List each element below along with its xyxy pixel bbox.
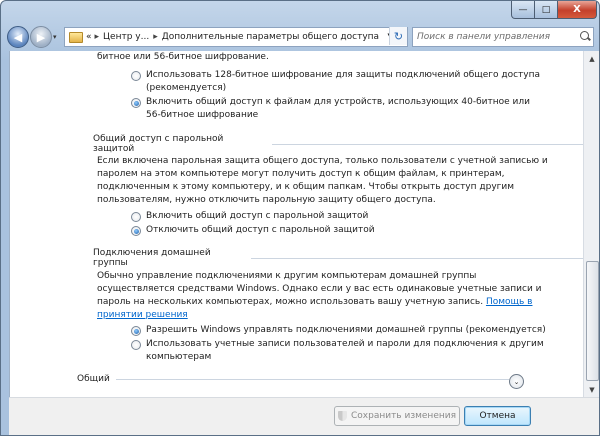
homegroup-description: Обычно управление подключениями к другим… — [97, 270, 542, 322]
save-changes-label: Сохранить изменения — [350, 411, 457, 421]
radio-use-user-accounts[interactable]: Использовать учетные записи пользователе… — [131, 338, 544, 364]
forward-button[interactable]: ▶ — [30, 26, 52, 48]
breadcrumb-advanced-sharing[interactable]: Дополнительные параметры общего доступа — [162, 32, 379, 42]
help-decide-link-continued[interactable]: принятии решения — [97, 310, 188, 320]
breadcrumb-separator-icon[interactable]: ▸ — [95, 32, 100, 42]
option-label: Отключить общий доступ с парольной защит… — [146, 225, 375, 235]
save-changes-button[interactable]: Сохранить изменения — [334, 406, 460, 426]
help-decide-link[interactable]: Помощь в — [486, 297, 533, 307]
option-label-line: компьютерам — [146, 352, 212, 362]
description-line: осуществляется средствами Windows. Однак… — [97, 284, 542, 294]
section-heading-text: Подключения домашней группы — [93, 248, 211, 268]
settings-content: битное или 56-битное шифрование. Использ… — [9, 51, 584, 397]
radio-button-icon[interactable] — [131, 71, 141, 81]
section-heading-text: Общий — [77, 374, 110, 384]
close-button[interactable]: X — [557, 1, 597, 19]
radio-button-selected-icon[interactable] — [131, 326, 141, 336]
section-divider — [271, 143, 584, 145]
search-icon[interactable] — [580, 31, 589, 40]
title-bar: — □ X — [1, 1, 599, 21]
encryption-description-tail: битное или 56-битное шифрование. — [97, 52, 269, 62]
description-line: пользователям, нужно отключить парольную… — [97, 195, 436, 205]
radio-40-56bit-encryption[interactable]: Включить общий доступ к файлам для устро… — [131, 96, 530, 122]
description-line: Если включена парольная защита общего до… — [97, 156, 548, 166]
button-bar: Сохранить изменения Отмена — [9, 397, 599, 435]
section-divider — [115, 378, 509, 380]
section-heading-text: Общий доступ с парольной защитой — [93, 134, 224, 154]
recent-pages-dropdown-icon[interactable]: ▾ — [53, 33, 57, 41]
section-heading-general[interactable]: Общий — [77, 374, 509, 384]
option-label-line: Использовать 128-битное шифрование для з… — [146, 70, 541, 80]
control-panel-folder-icon — [69, 31, 83, 43]
description-line: пароль на нескольких компьютерах, можно … — [97, 297, 484, 307]
radio-button-selected-icon[interactable] — [131, 226, 141, 236]
option-label-line: Использовать учетные записи пользователе… — [146, 339, 544, 349]
radio-windows-manage-homegroup[interactable]: Разрешить Windows управлять подключениям… — [131, 324, 546, 337]
scroll-down-icon[interactable]: ▼ — [585, 382, 599, 397]
search-box[interactable] — [412, 27, 594, 47]
breadcrumb-separator-icon[interactable]: ▸ — [153, 32, 158, 42]
breadcrumb-overflow[interactable]: « — [86, 32, 92, 42]
cancel-button[interactable]: Отмена — [464, 406, 531, 426]
description-line: паролем на этом компьютере могут получит… — [97, 169, 505, 179]
radio-128bit-encryption[interactable]: Использовать 128-битное шифрование для з… — [131, 69, 540, 95]
description-line: подключенным к этому компьютеру, и к общ… — [97, 182, 515, 192]
radio-enable-password-sharing[interactable]: Включить общий доступ с парольной защито… — [131, 210, 368, 223]
breadcrumb-network-center[interactable]: Центр у... — [103, 32, 149, 42]
radio-button-selected-icon[interactable] — [131, 98, 141, 108]
maximize-button[interactable]: □ — [534, 1, 558, 19]
uac-shield-icon — [337, 411, 347, 421]
option-label-line: Включить общий доступ к файлам для устро… — [146, 97, 530, 107]
vertical-scrollbar[interactable]: ▲ ▼ — [583, 51, 599, 397]
search-input[interactable] — [413, 29, 579, 45]
radio-button-icon[interactable] — [131, 340, 141, 350]
navigation-bar: ◀ ▶ ▾ « ▸ Центр у... ▸ Дополнительные па… — [1, 23, 599, 49]
address-bar[interactable]: « ▸ Центр у... ▸ Дополнительные параметр… — [64, 27, 408, 47]
minimize-button[interactable]: — — [511, 1, 535, 19]
password-description: Если включена парольная защита общего до… — [97, 155, 548, 207]
control-panel-window: — □ X ◀ ▶ ▾ « ▸ Центр у... ▸ Дополнитель… — [0, 0, 600, 436]
option-label: Разрешить Windows управлять подключениям… — [146, 325, 546, 335]
description-line: Обычно управление подключениями к другим… — [97, 271, 477, 281]
option-label-line: 56-битное шифрование — [146, 110, 259, 120]
scrollbar-thumb[interactable] — [586, 261, 599, 381]
radio-disable-password-sharing[interactable]: Отключить общий доступ с парольной защит… — [131, 224, 375, 237]
option-label: Включить общий доступ с парольной защито… — [146, 211, 369, 221]
refresh-icon[interactable]: ↻ — [389, 27, 407, 45]
back-button[interactable]: ◀ — [7, 26, 29, 48]
expand-chevron-icon[interactable]: ⌄ — [509, 374, 524, 389]
section-heading-password-sharing: Общий доступ с парольной защитой — [93, 134, 584, 154]
section-heading-homegroup: Подключения домашней группы — [93, 248, 584, 268]
option-label-line: (рекомендуется) — [146, 83, 227, 93]
radio-button-icon[interactable] — [131, 212, 141, 222]
scroll-up-icon[interactable]: ▲ — [585, 51, 599, 66]
section-divider — [250, 257, 584, 259]
